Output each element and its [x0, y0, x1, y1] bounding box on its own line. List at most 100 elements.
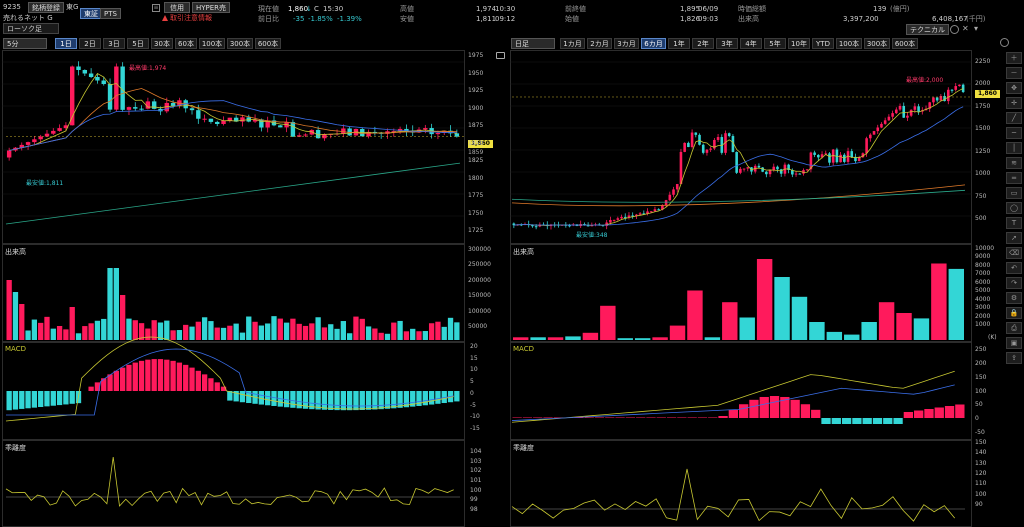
save-icon[interactable]: ▣: [1006, 337, 1022, 349]
right-macd-bar: [543, 417, 553, 418]
left-volume-bar: [410, 328, 416, 340]
left-macd-bar: [132, 362, 138, 391]
right-price-axis-tick-6: 750: [975, 192, 987, 200]
right-candle-body: [898, 105, 902, 110]
left-volume-bar: [372, 328, 378, 340]
rectangle-icon[interactable]: ▭: [1006, 187, 1022, 199]
left-candle-body: [202, 118, 207, 120]
right-candle-body: [876, 127, 880, 132]
right-candle-body: [612, 219, 616, 221]
chart-canvas[interactable]: [0, 0, 1024, 527]
left-volume-bar: [384, 333, 391, 340]
right-candle-body: [675, 184, 679, 190]
left-ma-line: [9, 88, 457, 151]
right-candle-body: [623, 216, 627, 218]
left-macd-bar: [164, 359, 170, 391]
right-candle-body: [742, 168, 746, 170]
print-icon[interactable]: ⎙: [1006, 322, 1022, 334]
right-volume-axis-tick-6: 4000: [975, 295, 991, 303]
right-macd-axis-tick-5: 0: [975, 415, 979, 423]
left-macd-bar: [151, 359, 157, 391]
vertical-line-icon[interactable]: │: [1006, 142, 1022, 154]
left-macd-bar: [50, 391, 56, 406]
magnifier-minus-icon[interactable]: －: [1006, 67, 1022, 79]
right-deviation-axis-tick-4: 110: [975, 480, 987, 488]
left-candle-body: [215, 121, 220, 124]
left-macd-bar: [265, 391, 271, 406]
eraser-icon[interactable]: ⌫: [1006, 247, 1022, 259]
left-volume-bar: [82, 326, 88, 340]
pan-icon[interactable]: ✥: [1006, 82, 1022, 94]
left-volume-bar: [271, 316, 277, 340]
left-volume-bar: [31, 319, 38, 340]
left-volume-axis-tick-1: 250000: [468, 261, 491, 269]
undo-icon[interactable]: ↶: [1006, 262, 1022, 274]
right-settings-icon[interactable]: [1000, 38, 1009, 47]
left-volume-bar: [145, 328, 151, 340]
left-macd-axis-tick-0: 20: [470, 343, 478, 350]
fibonacci-icon[interactable]: ≋: [1006, 157, 1022, 169]
left-candle-body: [76, 66, 81, 70]
right-volume-bar: [617, 338, 633, 340]
left-macd-axis-tick-5: -5: [470, 401, 476, 409]
right-macd-title: MACD: [513, 345, 534, 353]
right-deviation-axis-tick-6: 90: [975, 501, 983, 508]
right-candle-body: [716, 137, 720, 140]
right-macd-axis-tick-1: 200: [975, 359, 987, 367]
left-volume-bar: [283, 322, 290, 340]
right-candle-body: [813, 152, 816, 155]
right-macd-axis-tick-4: 50: [975, 401, 983, 409]
left-volume-bar: [88, 323, 94, 340]
settings-icon[interactable]: ⚙: [1006, 292, 1022, 304]
ellipse-icon[interactable]: ◯: [1006, 202, 1022, 214]
left-macd-bar: [113, 370, 119, 391]
camera-icon[interactable]: [496, 52, 505, 59]
left-candle-body: [88, 73, 94, 77]
right-candle-body: [739, 168, 742, 173]
right-candle-body: [880, 123, 883, 128]
right-volume-bar: [739, 317, 755, 340]
arrow-icon[interactable]: ➚: [1006, 232, 1022, 244]
left-candle-body: [170, 102, 176, 106]
left-price-axis-tick-6: 1825: [468, 157, 484, 164]
right-macd-axis-tick-0: 250: [975, 346, 987, 353]
right-macd-bar: [944, 406, 955, 418]
right-candle-body: [913, 106, 917, 110]
left-macd-bar: [365, 391, 372, 410]
right-volume-bar: [844, 334, 860, 340]
left-volume-bar: [397, 320, 403, 340]
export-icon[interactable]: ⇪: [1006, 352, 1022, 364]
right-candle-body: [891, 113, 894, 117]
left-macd-bar: [347, 391, 353, 411]
left-macd-bar: [391, 391, 397, 409]
left-volume-bar: [422, 331, 428, 340]
crosshair-icon[interactable]: ✛: [1006, 97, 1022, 109]
horizontal-line-icon[interactable]: ─: [1006, 127, 1022, 139]
channel-icon[interactable]: ═: [1006, 172, 1022, 184]
left-macd-bar: [145, 359, 151, 391]
left-macd-axis-tick-6: -10: [470, 413, 480, 421]
right-candle-body: [776, 166, 779, 170]
right-macd-bar: [811, 409, 821, 418]
right-candle-body: [954, 86, 958, 90]
left-macd-title: MACD: [5, 345, 26, 353]
redo-icon[interactable]: ↷: [1006, 277, 1022, 289]
left-volume-bar: [258, 325, 265, 340]
left-macd-bar: [201, 374, 208, 391]
right-macd-bar: [872, 418, 883, 424]
text-icon[interactable]: T: [1006, 217, 1022, 229]
right-macd-bar: [625, 417, 636, 418]
left-ma-line: [9, 72, 457, 151]
right-volume-bar: [809, 322, 825, 340]
left-volume-bar: [334, 328, 340, 340]
magnifier-plus-icon[interactable]: ＋: [1006, 52, 1022, 64]
trendline-icon[interactable]: ╱: [1006, 112, 1022, 124]
right-candle-body: [902, 105, 906, 118]
right-macd-bar: [800, 404, 811, 418]
left-price-axis-tick-4: 1875: [468, 122, 484, 129]
left-volume-bar: [328, 324, 334, 340]
right-volume-bar: [791, 296, 808, 340]
right-candle-body: [653, 209, 657, 212]
lock-icon[interactable]: 🔒: [1006, 307, 1022, 319]
left-macd-bar: [214, 382, 220, 391]
